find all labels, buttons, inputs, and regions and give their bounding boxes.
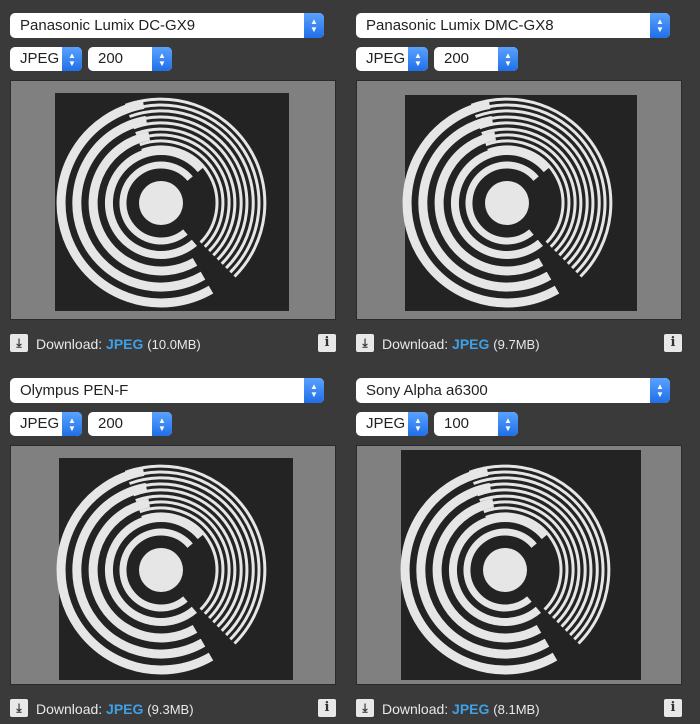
download-label: Download: bbox=[382, 336, 449, 352]
download-icon[interactable]: ⤓ bbox=[10, 334, 28, 352]
target-center bbox=[485, 181, 529, 225]
camera-select-value: Olympus PEN-F bbox=[20, 382, 129, 399]
info-icon[interactable]: i bbox=[318, 334, 336, 352]
format-select[interactable]: JPEG ▲ ▼ bbox=[356, 412, 428, 436]
download-text: Download: JPEG (9.7MB) bbox=[382, 334, 540, 355]
file-size: (10.0MB) bbox=[147, 337, 201, 352]
info-icon[interactable]: i bbox=[664, 699, 682, 717]
up-down-chevron-icon: ▲ ▼ bbox=[650, 13, 670, 38]
camera-select-value: Panasonic Lumix DC-GX9 bbox=[20, 17, 196, 34]
download-jpeg-link[interactable]: JPEG bbox=[106, 701, 143, 717]
up-down-chevron-icon: ▲ ▼ bbox=[498, 47, 518, 71]
iso-select[interactable]: 100 ▲ ▼ bbox=[434, 412, 518, 436]
target-center bbox=[483, 548, 527, 592]
download-label: Download: bbox=[382, 701, 449, 717]
up-down-chevron-icon: ▲ ▼ bbox=[408, 412, 428, 436]
download-row: ⤓ Download: JPEG (9.7MB) i bbox=[356, 333, 682, 355]
up-down-chevron-icon: ▲ ▼ bbox=[408, 47, 428, 71]
download-jpeg-link[interactable]: JPEG bbox=[452, 701, 489, 717]
format-select[interactable]: JPEG ▲ ▼ bbox=[10, 412, 82, 436]
up-down-chevron-icon: ▲ ▼ bbox=[650, 378, 670, 403]
download-text: Download: JPEG (8.1MB) bbox=[382, 699, 540, 720]
download-icon[interactable]: ⤓ bbox=[10, 699, 28, 717]
iso-select-value: 200 bbox=[98, 50, 124, 67]
target-center bbox=[139, 548, 183, 592]
resolution-target-image bbox=[400, 450, 641, 680]
sample-image[interactable] bbox=[356, 80, 682, 320]
download-jpeg-link[interactable]: JPEG bbox=[452, 336, 489, 352]
iso-select[interactable]: 200 ▲ ▼ bbox=[88, 412, 172, 436]
camera-select[interactable]: Panasonic Lumix DMC-GX8 ▲ ▼ bbox=[356, 13, 670, 38]
download-text: Download: JPEG (10.0MB) bbox=[36, 334, 201, 355]
info-icon[interactable]: i bbox=[664, 334, 682, 352]
iso-select-value: 200 bbox=[444, 50, 470, 67]
file-size: (9.3MB) bbox=[147, 702, 194, 717]
iso-select[interactable]: 200 ▲ ▼ bbox=[434, 47, 518, 71]
download-label: Download: bbox=[36, 701, 103, 717]
format-select-value: JPEG bbox=[366, 415, 406, 432]
up-down-chevron-icon: ▲ ▼ bbox=[304, 13, 324, 38]
up-down-chevron-icon: ▲ ▼ bbox=[62, 412, 82, 436]
up-down-chevron-icon: ▲ ▼ bbox=[498, 412, 518, 436]
camera-select[interactable]: Panasonic Lumix DC-GX9 ▲ ▼ bbox=[10, 13, 324, 38]
iso-select-value: 100 bbox=[444, 415, 470, 432]
format-select[interactable]: JPEG ▲ ▼ bbox=[10, 47, 82, 71]
up-down-chevron-icon: ▲ ▼ bbox=[62, 47, 82, 71]
download-row: ⤓ Download: JPEG (9.3MB) i bbox=[10, 698, 336, 720]
sample-image[interactable] bbox=[10, 445, 336, 685]
file-size: (8.1MB) bbox=[493, 702, 540, 717]
download-icon[interactable]: ⤓ bbox=[356, 334, 374, 352]
resolution-target-image bbox=[55, 93, 289, 311]
iso-select-value: 200 bbox=[98, 415, 124, 432]
download-icon[interactable]: ⤓ bbox=[356, 699, 374, 717]
resolution-target-image bbox=[402, 95, 637, 311]
format-select[interactable]: JPEG ▲ ▼ bbox=[356, 47, 428, 71]
camera-select-value: Sony Alpha a6300 bbox=[366, 382, 488, 399]
format-select-value: JPEG bbox=[20, 415, 60, 432]
camera-select-value: Panasonic Lumix DMC-GX8 bbox=[366, 17, 554, 34]
up-down-chevron-icon: ▲ ▼ bbox=[304, 378, 324, 403]
up-down-chevron-icon: ▲ ▼ bbox=[152, 412, 172, 436]
format-select-value: JPEG bbox=[20, 50, 60, 67]
format-select-value: JPEG bbox=[366, 50, 406, 67]
download-jpeg-link[interactable]: JPEG bbox=[106, 336, 143, 352]
target-center bbox=[139, 181, 183, 225]
file-size: (9.7MB) bbox=[493, 337, 540, 352]
camera-select[interactable]: Sony Alpha a6300 ▲ ▼ bbox=[356, 378, 670, 403]
sample-image[interactable] bbox=[356, 445, 682, 685]
iso-select[interactable]: 200 ▲ ▼ bbox=[88, 47, 172, 71]
download-row: ⤓ Download: JPEG (10.0MB) i bbox=[10, 333, 336, 355]
download-row: ⤓ Download: JPEG (8.1MB) i bbox=[356, 698, 682, 720]
up-down-chevron-icon: ▲ ▼ bbox=[152, 47, 172, 71]
camera-select[interactable]: Olympus PEN-F ▲ ▼ bbox=[10, 378, 324, 403]
resolution-target-image bbox=[56, 458, 293, 680]
sample-image[interactable] bbox=[10, 80, 336, 320]
info-icon[interactable]: i bbox=[318, 699, 336, 717]
download-label: Download: bbox=[36, 336, 103, 352]
download-text: Download: JPEG (9.3MB) bbox=[36, 699, 194, 720]
